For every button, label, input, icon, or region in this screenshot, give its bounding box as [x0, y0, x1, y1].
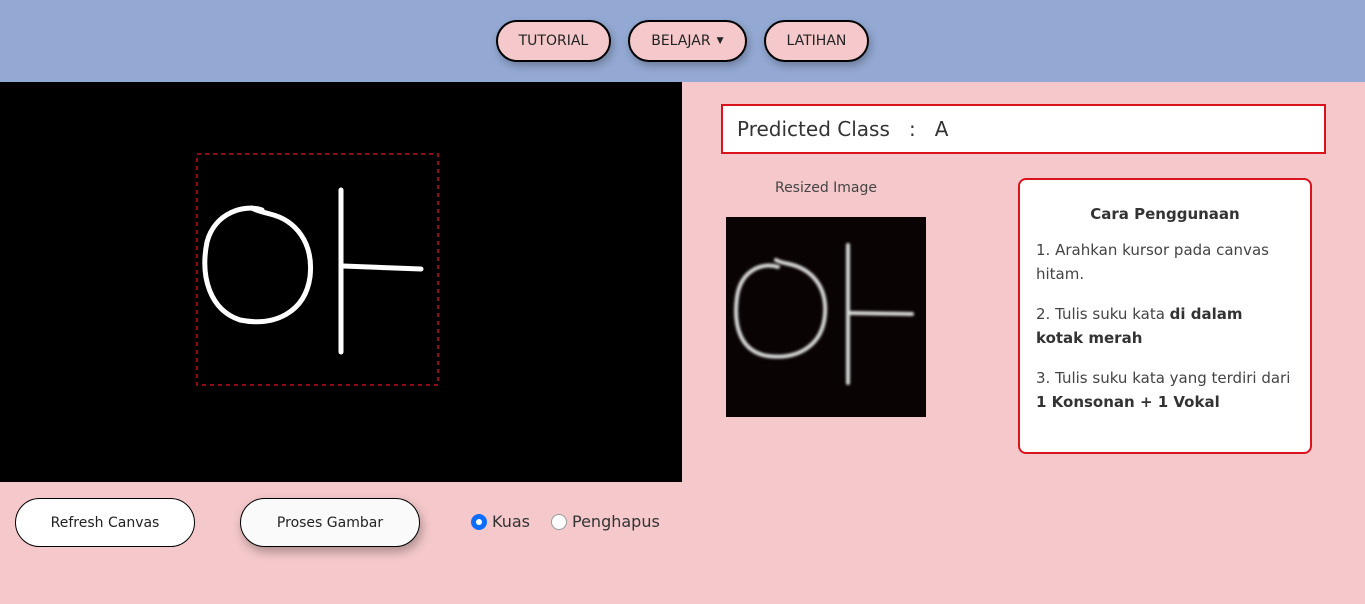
caret-down-icon: ▼ — [716, 36, 724, 46]
prediction-separator: : — [908, 117, 916, 141]
radio-kuas-input[interactable] — [471, 513, 487, 530]
nav-latihan-button[interactable]: LATIHAN — [763, 20, 870, 62]
resized-image — [726, 217, 926, 417]
prediction-box: Predicted Class : A — [721, 104, 1326, 154]
usage-title: Cara Penggunaan — [1090, 205, 1240, 223]
proses-gambar-button[interactable]: Proses Gambar — [240, 498, 420, 547]
refresh-canvas-button[interactable]: Refresh Canvas — [15, 498, 195, 547]
usage-step-3-text: 3. Tulis suku kata yang terdiri dari — [1036, 369, 1291, 387]
drawing-canvas[interactable] — [0, 82, 682, 482]
nav-tutorial-button[interactable]: TUTORIAL — [495, 20, 612, 62]
nav-tutorial-label: TUTORIAL — [518, 33, 589, 49]
navbar: TUTORIAL BELAJAR ▼ LATIHAN — [0, 0, 1365, 82]
usage-step-3-bold: 1 Konsonan + 1 Vokal — [1036, 393, 1220, 411]
stroke-circle — [202, 205, 314, 325]
prediction-label: Predicted Class — [737, 117, 890, 141]
nav-belajar-dropdown[interactable]: BELAJAR ▼ — [628, 20, 747, 62]
nav-latihan-label: LATIHAN — [786, 33, 847, 49]
resized-drawing — [734, 243, 914, 385]
canvas-controls: Refresh Canvas Proses Gambar Kuas Pengha… — [0, 482, 682, 604]
usage-instructions: Cara Penggunaan 1. Arahkan kursor pada c… — [1018, 178, 1312, 454]
usage-step-2-text: 2. Tulis suku kata — [1036, 305, 1170, 323]
prediction-value: A — [934, 117, 949, 141]
stroke-horizontal — [340, 263, 424, 272]
resized-image-label: Resized Image — [774, 180, 878, 196]
radio-kuas[interactable]: Kuas — [471, 512, 530, 531]
radio-penghapus-input[interactable] — [551, 513, 567, 530]
nav-belajar-label: BELAJAR — [651, 33, 711, 49]
usage-step-1: 1. Arahkan kursor pada canvas hitam. — [1036, 241, 1269, 283]
radio-kuas-label: Kuas — [492, 512, 530, 531]
usage-step-2: 2. Tulis suku kata di dalam kotak merah — [1036, 302, 1294, 350]
radio-penghapus[interactable]: Penghapus — [551, 512, 660, 531]
usage-step-3: 3. Tulis suku kata yang terdiri dari 1 K… — [1036, 366, 1294, 414]
radio-penghapus-label: Penghapus — [572, 512, 660, 531]
canvas-drawing — [196, 153, 439, 386]
